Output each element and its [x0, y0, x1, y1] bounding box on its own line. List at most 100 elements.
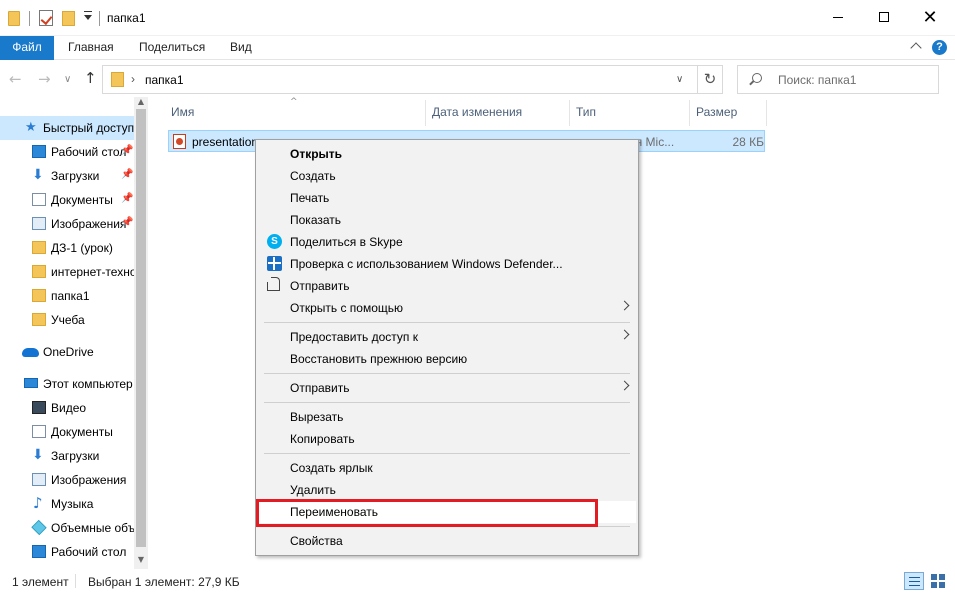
sidebar-item-label: Быстрый доступ: [43, 121, 134, 135]
menu-item-defender-scan[interactable]: Проверка с использованием Windows Defend…: [258, 253, 636, 275]
sidebar-item-desktop[interactable]: Рабочий стол 📌: [0, 140, 134, 164]
menu-item-restore-versions[interactable]: Восстановить прежнюю версию: [258, 348, 636, 370]
computer-icon: [24, 378, 38, 388]
breadcrumb[interactable]: папка1: [145, 73, 184, 87]
menu-item-send-to[interactable]: Отправить: [258, 377, 636, 399]
menu-item-share[interactable]: Отправить: [258, 275, 636, 297]
menu-item-show[interactable]: Показать: [258, 209, 636, 231]
sidebar-item-label: Видео: [51, 401, 87, 415]
menu-item-properties[interactable]: Свойства: [258, 530, 636, 552]
menu-item-open-with[interactable]: Открыть с помощью: [258, 297, 636, 319]
file-name: presentation: [192, 135, 259, 149]
sidebar-item-ucheba[interactable]: Учеба: [0, 308, 134, 332]
tab-home[interactable]: Главная: [68, 36, 114, 60]
column-divider[interactable]: [689, 100, 690, 126]
expand-ribbon-icon[interactable]: [910, 42, 922, 54]
forward-button[interactable]: →: [38, 70, 51, 88]
maximize-button[interactable]: [861, 0, 907, 34]
sidebar-item-pc-desktop[interactable]: Рабочий стол: [0, 540, 134, 564]
close-button[interactable]: ✕: [907, 0, 953, 34]
large-icons-view-icon: [939, 574, 945, 580]
highlight-box: [256, 499, 598, 527]
sidebar-item-this-pc[interactable]: Этот компьютер: [0, 372, 134, 396]
sidebar-item-internet-tech[interactable]: интернет-технологии: [0, 260, 134, 284]
menu-item-label: Предоставить доступ к: [290, 330, 418, 344]
tab-share[interactable]: Поделиться: [139, 36, 205, 60]
tab-view[interactable]: Вид: [230, 36, 252, 60]
column-header-modified[interactable]: Дата изменения: [432, 105, 522, 119]
sidebar-item-label: Документы: [51, 425, 113, 439]
documents-icon: [32, 425, 46, 438]
pin-icon[interactable]: 📌: [121, 145, 133, 156]
menu-item-label: Создать ярлык: [290, 461, 373, 475]
scroll-up-icon[interactable]: ▲: [134, 97, 148, 109]
menu-item-copy[interactable]: Копировать: [258, 428, 636, 450]
column-divider[interactable]: [425, 100, 426, 126]
pin-icon[interactable]: 📌: [121, 193, 133, 204]
sidebar-item-dz1[interactable]: ДЗ-1 (урок): [0, 236, 134, 260]
new-folder-icon[interactable]: [62, 11, 75, 26]
breadcrumb-chevron-icon[interactable]: ›: [131, 72, 135, 86]
search-input[interactable]: Поиск: папка1: [737, 65, 939, 94]
navigation-bar: ← → ∨ ↑ › папка1 ∨ ↻ Поиск: папка1: [0, 61, 955, 97]
skype-icon: S: [267, 234, 282, 249]
menu-item-cut[interactable]: Вырезать: [258, 406, 636, 428]
sidebar-item-pc-downloads[interactable]: ⬇ Загрузки: [0, 444, 134, 468]
large-icons-view-button[interactable]: [930, 573, 946, 589]
sidebar-item-onedrive[interactable]: OneDrive: [0, 340, 134, 364]
menu-item-open[interactable]: Открыть: [258, 143, 636, 165]
customize-quick-access-icon[interactable]: [84, 11, 92, 20]
menu-item-delete[interactable]: Удалить: [258, 479, 636, 501]
menu-item-new[interactable]: Создать: [258, 165, 636, 187]
sidebar-item-pc-documents[interactable]: Документы: [0, 420, 134, 444]
menu-item-give-access[interactable]: Предоставить доступ к: [258, 326, 636, 348]
sidebar-item-pc-pictures[interactable]: Изображения: [0, 468, 134, 492]
address-dropdown-button[interactable]: ∨: [676, 74, 683, 85]
star-icon: ★: [25, 120, 37, 135]
menu-item-label: Показать: [290, 213, 342, 227]
divider: [75, 574, 76, 588]
properties-icon[interactable]: [39, 10, 53, 26]
menu-item-label: Проверка с использованием Windows Defend…: [290, 257, 563, 271]
column-header-size[interactable]: Размер: [696, 105, 737, 119]
minimize-button[interactable]: [815, 0, 861, 34]
column-divider[interactable]: [766, 100, 767, 126]
menu-item-share-skype[interactable]: S Поделиться в Skype: [258, 231, 636, 253]
sidebar-item-music[interactable]: ♪ Музыка: [0, 492, 134, 516]
address-bar[interactable]: › папка1 ∨: [102, 65, 698, 94]
sidebar-item-downloads[interactable]: ⬇ Загрузки 📌: [0, 164, 134, 188]
column-divider[interactable]: [569, 100, 570, 126]
recent-locations-button[interactable]: ∨: [64, 74, 71, 85]
column-header-type[interactable]: Тип: [576, 105, 596, 119]
sidebar-item-label: Учеба: [51, 313, 85, 327]
refresh-button[interactable]: ↻: [697, 65, 723, 94]
title-bar: папка1 ✕: [0, 0, 955, 36]
up-button[interactable]: ↑: [84, 69, 97, 87]
menu-item-create-shortcut[interactable]: Создать ярлык: [258, 457, 636, 479]
sidebar-item-papka1[interactable]: папка1: [0, 284, 134, 308]
sidebar-item-quick-access[interactable]: ★ Быстрый доступ: [0, 116, 134, 140]
video-icon: [32, 401, 46, 414]
sidebar-item-documents[interactable]: Документы 📌: [0, 188, 134, 212]
onedrive-icon: [22, 348, 39, 357]
details-view-button[interactable]: [904, 572, 924, 590]
sidebar-item-pictures[interactable]: Изображения 📌: [0, 212, 134, 236]
defender-icon: [267, 256, 282, 271]
scroll-down-icon[interactable]: ▼: [134, 555, 148, 567]
column-header-name[interactable]: Имя: [171, 105, 194, 119]
back-button[interactable]: ←: [9, 70, 22, 88]
sidebar-item-3d-objects[interactable]: Объемные объекты: [0, 516, 134, 540]
desktop-icon: [32, 145, 46, 158]
sidebar-item-label: Объемные объекты: [51, 521, 134, 535]
help-icon[interactable]: ?: [932, 40, 947, 55]
tab-file[interactable]: Файл: [0, 36, 54, 60]
folder-icon: [32, 313, 46, 326]
menu-item-print[interactable]: Печать: [258, 187, 636, 209]
sidebar-scrollbar-thumb[interactable]: [136, 109, 146, 547]
pictures-icon: [32, 473, 46, 486]
sidebar-item-videos[interactable]: Видео: [0, 396, 134, 420]
folder-icon: [32, 241, 46, 254]
pin-icon[interactable]: 📌: [121, 169, 133, 180]
menu-divider: [264, 373, 630, 374]
pin-icon[interactable]: 📌: [121, 217, 133, 228]
